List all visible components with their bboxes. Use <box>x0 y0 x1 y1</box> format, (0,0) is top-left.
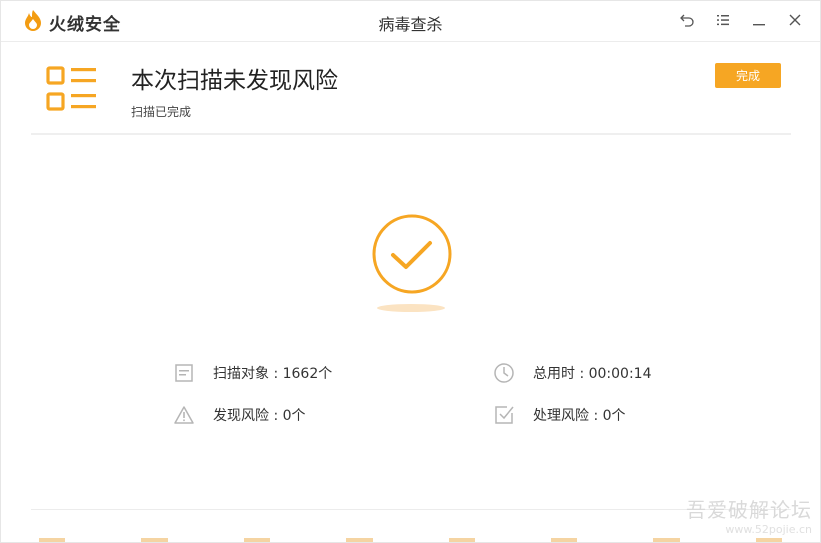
checkbox-done-icon <box>493 404 515 426</box>
watermark-main: 吾爱破解论坛 <box>686 498 812 522</box>
clock-icon <box>493 362 515 384</box>
stat-scan-objects: 扫描对象 : 1662个 <box>173 362 332 384</box>
result-header: 本次扫描未发现风险 扫描已完成 完成 <box>31 41 791 135</box>
check-shadow <box>377 304 445 312</box>
warning-icon <box>173 404 195 426</box>
document-icon <box>173 362 195 384</box>
stat-handled-risks: 处理风险 : 0个 <box>493 404 626 426</box>
report-list-icon <box>45 63 99 119</box>
window-controls <box>678 11 804 29</box>
scan-objects-text: 扫描对象 : 1662个 <box>213 366 333 382</box>
result-title: 本次扫描未发现风险 <box>131 68 338 94</box>
watermark-sub: www.52pojie.cn <box>725 523 812 536</box>
bottom-divider <box>31 509 791 510</box>
done-button[interactable]: 完成 <box>715 63 781 88</box>
bottom-strip <box>1 538 820 542</box>
watermark: 吾爱破解论坛 www.52pojie.cn <box>686 494 812 536</box>
stat-total-time: 总用时 : 00:00:14 <box>493 362 652 384</box>
title-bar: 火绒安全 病毒查杀 <box>1 1 820 42</box>
minimize-icon[interactable] <box>750 11 768 29</box>
close-icon[interactable] <box>786 11 804 29</box>
found-risks-text: 发现风险 : 0个 <box>213 408 306 424</box>
handled-risks-text: 处理风险 : 0个 <box>533 408 626 424</box>
menu-icon[interactable] <box>714 11 732 29</box>
stat-found-risks: 发现风险 : 0个 <box>173 404 306 426</box>
success-check-icon <box>371 213 453 299</box>
result-subtitle: 扫描已完成 <box>131 105 192 119</box>
back-icon[interactable] <box>678 11 696 29</box>
app-window: 火绒安全 病毒查杀 本次扫描未发现风险 扫描已完成 完成 扫描对象: 1662… <box>0 0 821 543</box>
total-time-text: 总用时 : 00:00:14 <box>533 366 652 382</box>
